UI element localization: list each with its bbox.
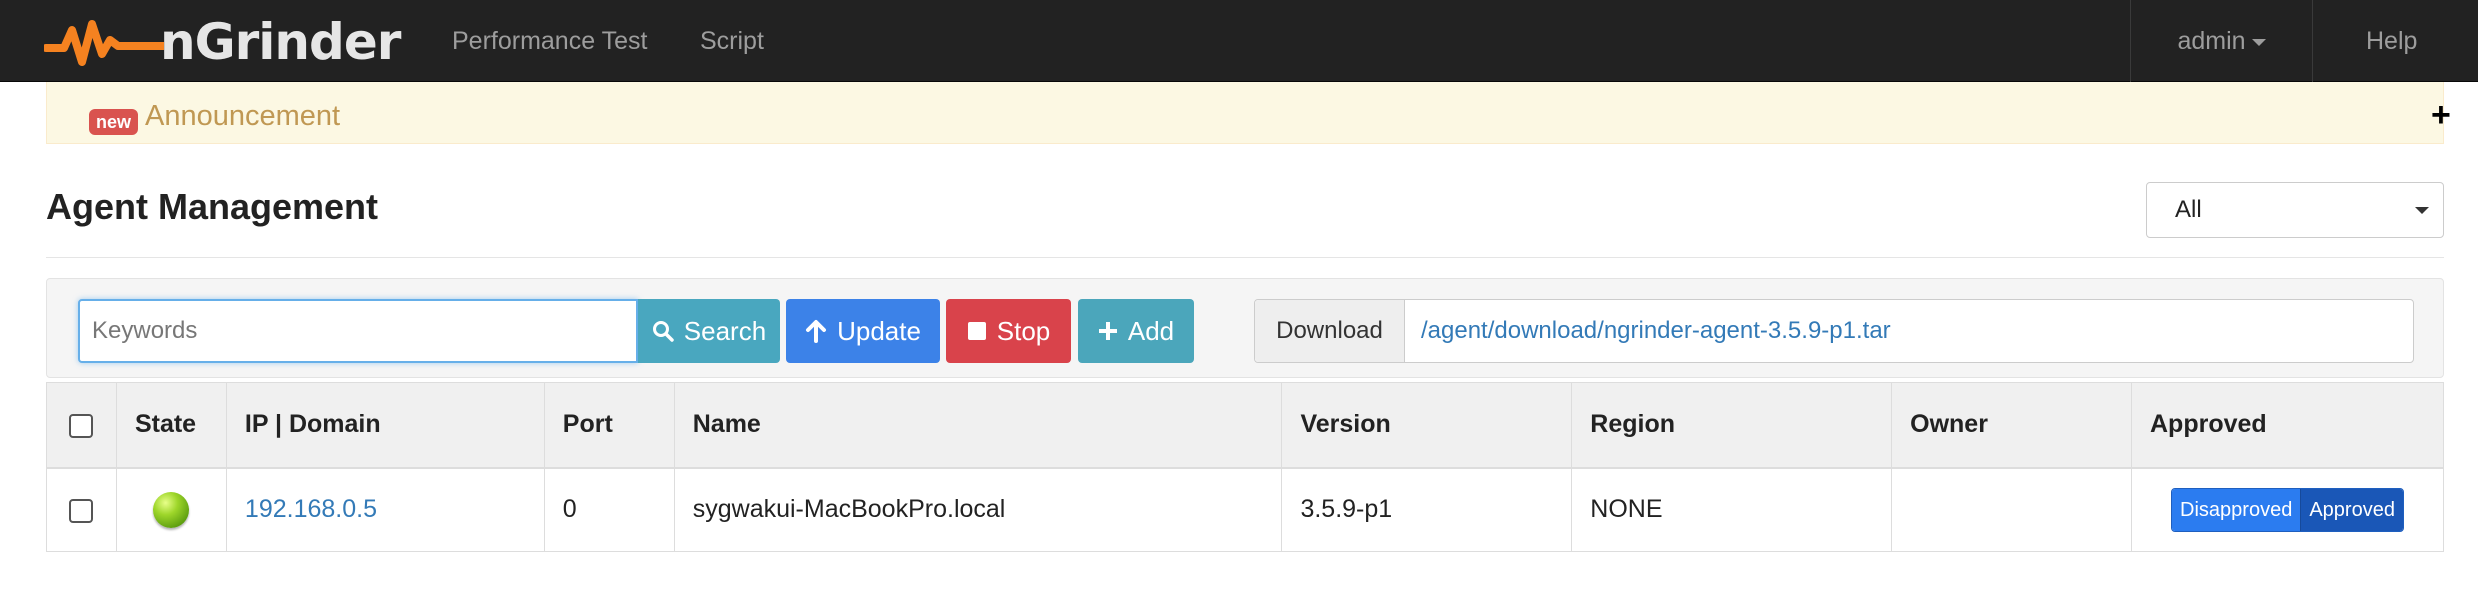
download-link[interactable]: /agent/download/ngrinder-agent-3.5.9-p1.…: [1421, 300, 1891, 362]
column-header[interactable]: Version: [1281, 382, 1573, 469]
table-header-row: State IP | Domain Port Name Version Regi…: [46, 382, 2444, 469]
name-cell: sygwakui-MacBookPro.local: [674, 467, 1283, 552]
region-select-value: All: [2175, 196, 2202, 223]
region-cell: NONE: [1571, 467, 1893, 552]
approval-toggle: Disapproved Approved: [2171, 487, 2404, 532]
download-label: Download: [1255, 300, 1405, 362]
keywords-input[interactable]: [78, 299, 638, 363]
header-divider: [46, 257, 2444, 258]
update-button-label: Update: [837, 316, 921, 346]
search-button-label: Search: [683, 316, 767, 346]
update-button[interactable]: Update: [786, 299, 940, 363]
add-button-label: Add: [1127, 316, 1175, 346]
stop-button[interactable]: Stop: [946, 299, 1071, 363]
brand-name: nGrinder: [160, 13, 401, 71]
approve-button[interactable]: Approved: [2300, 488, 2403, 531]
row-checkbox[interactable]: [69, 498, 94, 523]
new-badge: new: [89, 109, 139, 135]
plus-icon: [1098, 322, 1117, 340]
announcement-title[interactable]: Announcement: [145, 100, 340, 133]
download-group: Download /agent/download/ngrinder-agent-…: [1254, 299, 2414, 363]
expand-icon[interactable]: +: [2431, 98, 2451, 132]
stop-button-label: Stop: [996, 316, 1051, 346]
column-header[interactable]: Name: [674, 382, 1283, 469]
top-navbar: nGrinder Performance Test Script admin H…: [0, 0, 2478, 82]
column-header[interactable]: Port: [544, 382, 675, 469]
nav-script[interactable]: Script: [700, 0, 764, 82]
table-row: 192.168.0.5 0 sygwakui-MacBookPro.local …: [46, 467, 2444, 552]
arrow-up-icon: [806, 320, 827, 343]
chevron-down-icon: [2415, 207, 2429, 214]
column-header[interactable]: IP | Domain: [226, 382, 545, 469]
approved-cell: Disapproved Approved: [2131, 467, 2444, 552]
ip-cell: 192.168.0.5: [226, 467, 545, 552]
brand-logo[interactable]: nGrinder: [44, 10, 401, 74]
nav-performance-test[interactable]: Performance Test: [452, 0, 647, 82]
pulse-logo-icon: [44, 20, 164, 66]
owner-cell: [1891, 467, 2132, 552]
region-select[interactable]: All: [2146, 182, 2444, 238]
page-title: Agent Management: [46, 186, 379, 227]
user-menu-dropdown[interactable]: admin: [2130, 0, 2313, 82]
agent-ip-link[interactable]: 192.168.0.5: [245, 495, 377, 523]
state-cell: [116, 467, 227, 552]
column-header[interactable]: Owner: [1891, 382, 2132, 469]
nav-help[interactable]: Help: [2366, 0, 2417, 82]
search-icon: [652, 321, 674, 342]
state-running-icon: [153, 491, 190, 528]
column-header[interactable]: State: [116, 382, 227, 469]
announcement-panel: new Announcement +: [46, 82, 2451, 144]
add-button[interactable]: Add: [1078, 299, 1194, 363]
agent-table: State IP | Domain Port Name Version Regi…: [46, 382, 2444, 552]
select-all-cell: [46, 382, 117, 469]
search-button[interactable]: Search: [638, 299, 780, 363]
caret-down-icon: [2251, 38, 2266, 46]
port-cell: 0: [544, 467, 675, 552]
select-all-checkbox[interactable]: [69, 413, 94, 438]
user-menu-label: admin: [2177, 27, 2246, 55]
column-header[interactable]: Region: [1571, 382, 1893, 469]
row-select-cell: [46, 467, 117, 552]
stop-square-icon: [967, 322, 986, 340]
disapprove-button[interactable]: Disapproved: [2172, 488, 2301, 531]
version-cell: 3.5.9-p1: [1281, 467, 1573, 552]
column-header: Approved: [2131, 382, 2444, 469]
